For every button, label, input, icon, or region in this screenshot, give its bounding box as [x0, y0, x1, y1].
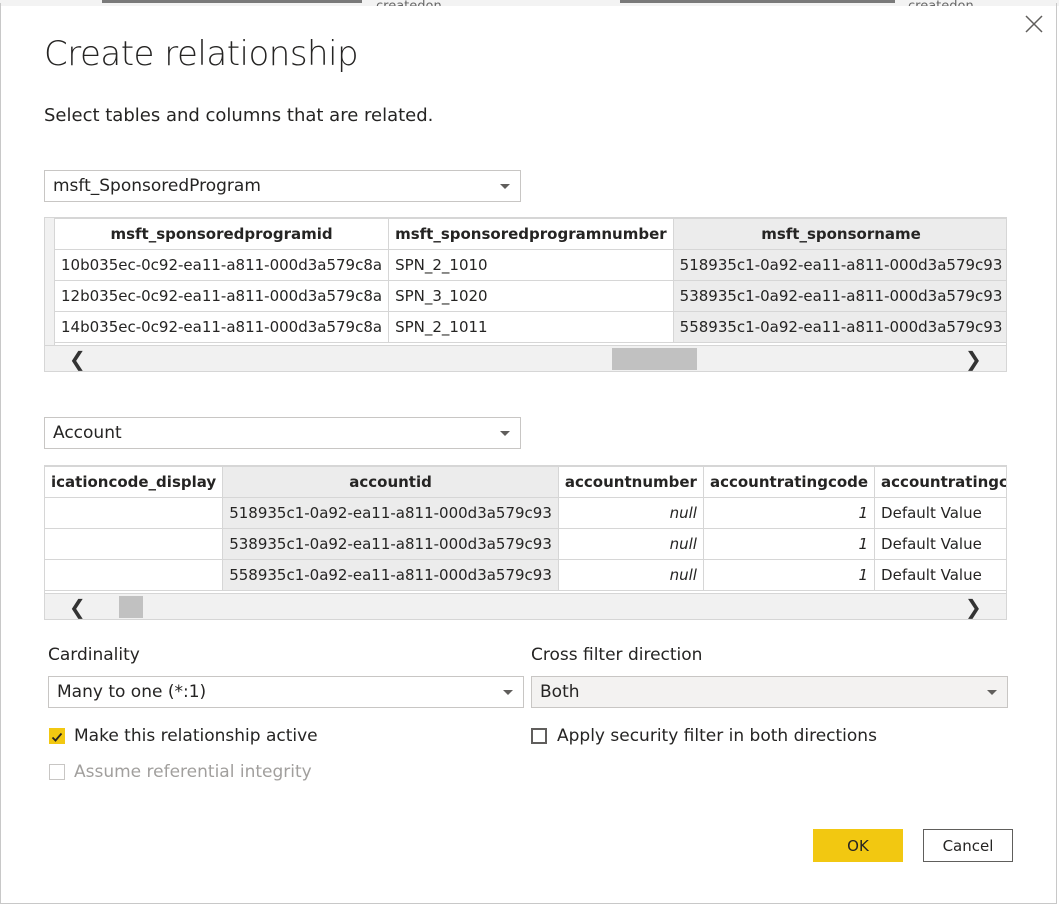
table2-select-value: Account: [53, 423, 122, 443]
table2-select[interactable]: Account: [44, 417, 521, 449]
table1-select[interactable]: msft_SponsoredProgram: [44, 170, 521, 202]
table2-grid: icationcode_display accountid accountnum…: [45, 466, 1006, 591]
security-filter-checkbox[interactable]: [531, 728, 547, 744]
table-cell: 518935c1-0a92-ea11-a811-000d3a579c93: [672, 249, 1006, 281]
table-row: 12b035ec-0c92-ea11-a811-000d3a579c8a SPN…: [53, 280, 1006, 312]
table-cell: 558935c1-0a92-ea11-a811-000d3a579c93: [672, 311, 1006, 343]
table-cell: SPN_2_1011: [388, 311, 674, 343]
checkmark-icon: [51, 732, 63, 742]
scrollbar-thumb[interactable]: [612, 348, 697, 370]
table-cell: 1: [702, 528, 876, 560]
scroll-right-icon[interactable]: ❯: [965, 594, 982, 619]
column-header-selected[interactable]: accountid: [222, 466, 559, 498]
scroll-left-icon[interactable]: ❮: [69, 346, 86, 371]
chevron-down-icon: [500, 184, 510, 189]
table-cell: [45, 528, 224, 560]
chevron-down-icon: [500, 431, 510, 436]
table-cell: [45, 559, 224, 591]
table-row: 14b035ec-0c92-ea11-a811-000d3a579c8a SPN…: [53, 311, 1006, 343]
column-header[interactable]: accountnumber: [557, 466, 704, 498]
table-row: 538935c1-0a92-ea11-a811-000d3a579c93 nul…: [45, 528, 1006, 560]
column-header[interactable]: icationcode_display: [45, 466, 224, 498]
cancel-button[interactable]: Cancel: [923, 829, 1013, 862]
scrollbar-thumb[interactable]: [119, 596, 143, 618]
referential-integrity-label: Assume referential integrity: [74, 762, 312, 782]
scroll-right-icon[interactable]: ❯: [965, 346, 982, 371]
table-cell: 558935c1-0a92-ea11-a811-000d3a579c93: [222, 559, 559, 591]
security-filter-label[interactable]: Apply security filter in both directions: [557, 726, 877, 746]
dialog-title: Create relationship: [44, 34, 359, 74]
table-cell: Default Value: [874, 497, 1006, 529]
dialog-subtitle: Select tables and columns that are relat…: [44, 105, 434, 126]
table-cell: [45, 497, 224, 529]
table2-preview-grid: icationcode_display accountid accountnum…: [44, 465, 1007, 620]
column-header[interactable]: msft_sponsoredprogramnumber: [388, 218, 674, 250]
table-row: 558935c1-0a92-ea11-a811-000d3a579c93 nul…: [45, 559, 1006, 591]
table-row: 10b035ec-0c92-ea11-a811-000d3a579c8a SPN…: [53, 249, 1006, 281]
cardinality-select-value: Many to one (*:1): [57, 682, 207, 702]
chevron-down-icon: [503, 690, 513, 695]
table1-grid: msft_sponsoredprogramid msft_sponsoredpr…: [53, 218, 1006, 343]
close-icon[interactable]: [1022, 12, 1046, 36]
table-cell: null: [557, 559, 704, 591]
column-header-selected[interactable]: msft_sponsorname: [672, 218, 1006, 250]
table-cell: SPN_3_1020: [388, 280, 674, 312]
table-cell: 12b035ec-0c92-ea11-a811-000d3a579c8a: [53, 280, 390, 312]
cross-filter-select-value: Both: [540, 682, 580, 702]
chevron-down-icon: [987, 690, 997, 695]
table-cell: SPN_2_1010: [388, 249, 674, 281]
active-checkbox[interactable]: [49, 728, 65, 744]
table-cell: 538935c1-0a92-ea11-a811-000d3a579c93: [672, 280, 1006, 312]
table-cell: 1: [702, 559, 876, 591]
scroll-left-icon[interactable]: ❮: [69, 594, 86, 619]
column-header[interactable]: accountratingcode: [702, 466, 876, 498]
table-cell: 518935c1-0a92-ea11-a811-000d3a579c93: [222, 497, 559, 529]
row-header-strip: [45, 218, 55, 346]
table-cell: null: [557, 528, 704, 560]
column-header[interactable]: accountratingco: [874, 466, 1006, 498]
column-header[interactable]: msft_sponsoredprogramid: [53, 218, 390, 250]
table-cell: 1: [702, 497, 876, 529]
cross-filter-select[interactable]: Both: [531, 676, 1008, 708]
table-row: 518935c1-0a92-ea11-a811-000d3a579c93 nul…: [45, 497, 1006, 529]
cardinality-select[interactable]: Many to one (*:1): [48, 676, 524, 708]
table1-preview-grid: msft_sponsoredprogramid msft_sponsoredpr…: [44, 217, 1007, 372]
table-cell: 10b035ec-0c92-ea11-a811-000d3a579c8a: [53, 249, 390, 281]
table1-horizontal-scrollbar[interactable]: ❮ ❯: [45, 345, 1006, 371]
table-cell: 14b035ec-0c92-ea11-a811-000d3a579c8a: [53, 311, 390, 343]
cardinality-label: Cardinality: [48, 645, 140, 665]
table-cell: Default Value: [874, 559, 1006, 591]
table-cell: Default Value: [874, 528, 1006, 560]
cross-filter-label: Cross filter direction: [531, 645, 703, 665]
table2-horizontal-scrollbar[interactable]: ❮ ❯: [45, 593, 1006, 619]
table-cell: 538935c1-0a92-ea11-a811-000d3a579c93: [222, 528, 559, 560]
table1-select-value: msft_SponsoredProgram: [53, 176, 261, 196]
table-cell: null: [557, 497, 704, 529]
referential-integrity-checkbox: [49, 764, 65, 780]
active-checkbox-label[interactable]: Make this relationship active: [74, 726, 318, 746]
ok-button[interactable]: OK: [813, 829, 903, 862]
